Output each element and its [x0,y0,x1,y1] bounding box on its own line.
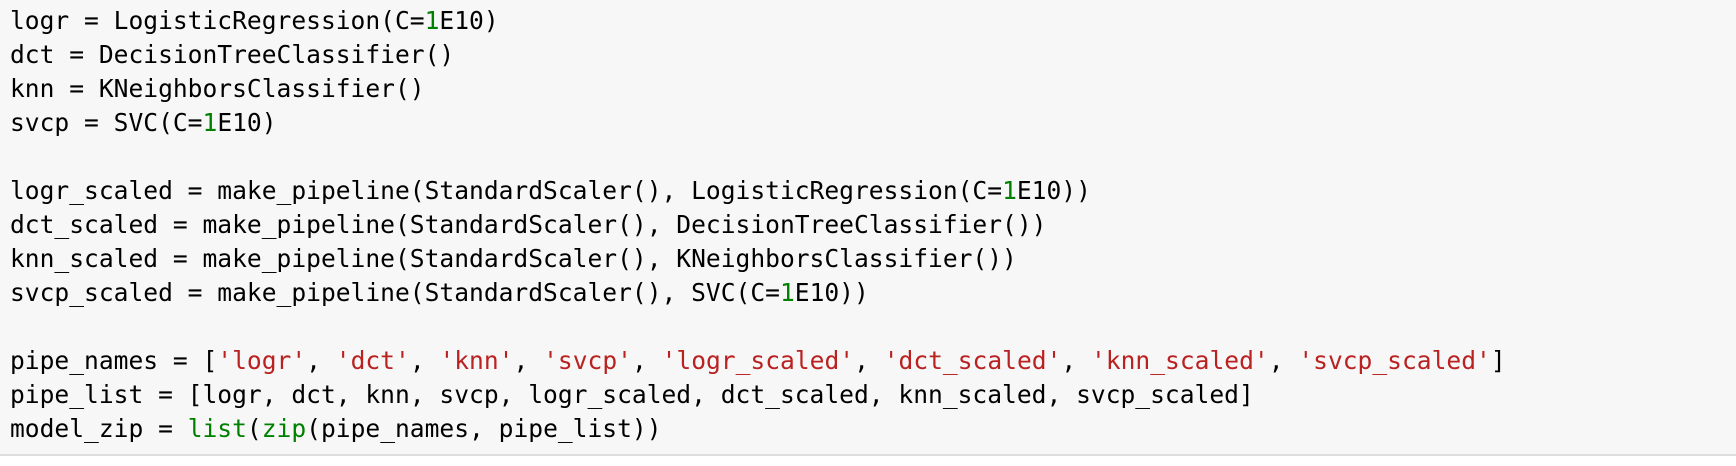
code-line: ​ [10,140,1506,174]
code-token-str: 'svcp_scaled' [1298,346,1491,375]
code-token-num: 1 [202,108,218,137]
code-token-plain: dct = DecisionTreeClassifier() [10,40,455,69]
code-line: pipe_list = [logr, dct, knn, svcp, logr_… [10,378,1506,412]
code-token-str: 'logr' [217,346,307,375]
code-token-num: 1 [1002,176,1017,205]
code-token-plain: dct_scaled = make_pipeline(StandardScale… [10,210,1047,239]
code-token-plain: E10)) [1016,176,1091,205]
code-token-plain: logr_scaled = make_pipeline(StandardScal… [10,176,1003,205]
code-token-builtin: zip [261,414,307,443]
code-line: logr = LogisticRegression(C=1E10) [10,4,1506,38]
code-line: logr_scaled = make_pipeline(StandardScal… [10,174,1506,208]
code-line: knn = KNeighborsClassifier() [10,72,1506,106]
code-token-builtin: list [187,414,247,443]
code-token-plain: , [631,346,662,375]
code-token-plain: ( [246,414,262,443]
code-token-plain: svcp_scaled = make_pipeline(StandardScal… [10,278,780,307]
code-token-plain: logr = LogisticRegression(C= [10,6,425,35]
code-token-plain: , [854,346,884,375]
code-token-num: 1 [779,278,795,307]
code-line: knn_scaled = make_pipeline(StandardScale… [10,242,1506,276]
code-token-plain: E10)) [794,278,869,307]
code-token-plain: svcp = SVC(C= [10,108,203,137]
code-token-plain: E10) [217,108,277,137]
code-editor[interactable]: logr = LogisticRegression(C=1E10) dct = D… [10,4,1506,446]
code-line: svcp_scaled = make_pipeline(StandardScal… [10,276,1506,310]
code-token-plain: , [1061,346,1092,375]
code-line: pipe_names = ['logr', 'dct', 'knn', 'svc… [10,344,1506,378]
code-token-str: 'svcp' [543,346,632,375]
code-token-plain: knn_scaled = make_pipeline(StandardScale… [10,244,1017,273]
code-token-str: 'logr_scaled' [661,346,855,375]
code-token-plain: , [1268,346,1299,375]
code-line: dct_scaled = make_pipeline(StandardScale… [10,208,1506,242]
code-line: dct = DecisionTreeClassifier() [10,38,1506,72]
code-token-plain: , [306,346,336,375]
code-token-num: 1 [424,6,440,35]
code-line: model_zip = list(zip(pipe_names, pipe_li… [10,412,1506,446]
code-token-str: 'dct' [335,346,410,375]
code-line: svcp = SVC(C=1E10) [10,106,1506,140]
code-token-plain: (pipe_names, pipe_list)) [306,414,662,443]
code-token-plain: E10) [439,6,499,35]
code-token-plain: model_zip = [10,414,188,443]
code-cell[interactable]: logr = LogisticRegression(C=1E10) dct = D… [0,0,1736,456]
code-line: ​ [10,310,1506,344]
code-token-str: 'knn_scaled' [1091,346,1269,375]
code-token-plain: , [409,346,440,375]
code-token-plain: pipe_list = [logr, dct, knn, svcp, logr_… [10,380,1254,409]
code-token-str: 'knn' [439,346,514,375]
code-token-plain: pipe_names = [ [10,346,218,375]
code-token-plain: , [513,346,544,375]
code-token-plain: ] [1490,346,1506,375]
code-token-str: 'dct_scaled' [883,346,1062,375]
code-token-plain: knn = KNeighborsClassifier() [10,74,425,103]
